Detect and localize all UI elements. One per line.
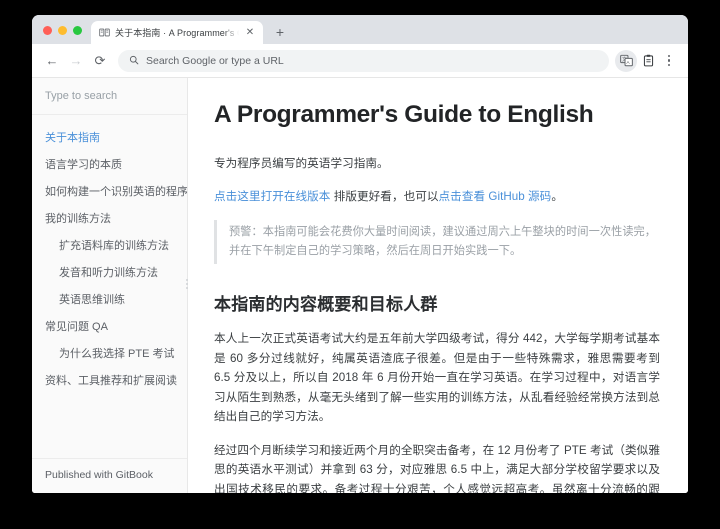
- sidebar-footer[interactable]: Published with GitBook: [32, 458, 187, 493]
- translate-icon[interactable]: 文 A: [615, 49, 637, 72]
- lead-paragraph: 专为程序员编写的英语学习指南。: [214, 157, 389, 171]
- search-input[interactable]: [45, 90, 174, 102]
- browser-tab[interactable]: 关于本指南 · A Programmer's G ✕: [91, 21, 263, 44]
- sidebar-item-corpus-training[interactable]: 扩充语料库的训练方法: [32, 232, 187, 259]
- minimize-window-button[interactable]: [58, 26, 67, 35]
- forward-icon[interactable]: →: [64, 49, 88, 73]
- browser-window: 关于本指南 · A Programmer's G ✕ + ← → ⟳ Searc…: [32, 15, 688, 493]
- tab-strip: 关于本指南 · A Programmer's G ✕ +: [32, 15, 688, 44]
- sidebar-item-why-pte[interactable]: 为什么我选择 PTE 考试: [32, 340, 187, 367]
- sidebar: 关于本指南 语言学习的本质 如何构建一个识别英语的程序 我的训练方法 扩充语料库…: [32, 78, 188, 493]
- sidebar-item-build-program[interactable]: 如何构建一个识别英语的程序: [32, 178, 187, 205]
- close-window-button[interactable]: [43, 26, 52, 35]
- sidebar-item-language-nature[interactable]: 语言学习的本质: [32, 151, 187, 178]
- section-heading: 本指南的内容概要和目标人群: [214, 295, 438, 315]
- online-version-link[interactable]: 点击这里打开在线版本: [214, 190, 330, 203]
- search-icon: [129, 52, 139, 70]
- sidebar-item-pronunciation-listening[interactable]: 发音和听力训练方法: [32, 259, 187, 286]
- sidebar-item-resources[interactable]: 资料、工具推荐和扩展阅读: [32, 367, 187, 394]
- links-paragraph: 点击这里打开在线版本 排版更好看，也可以点击查看 GitHub 源码。: [214, 187, 660, 207]
- links-tail-text: 。: [551, 189, 563, 203]
- maximize-window-button[interactable]: [73, 26, 82, 35]
- sidebar-item-training-methods[interactable]: 我的训练方法: [32, 205, 187, 232]
- browser-toolbar: ← → ⟳ Search Google or type a URL 文 A: [32, 44, 688, 77]
- sidebar-item-about[interactable]: 关于本指南: [32, 124, 187, 151]
- address-bar-placeholder: Search Google or type a URL: [146, 54, 284, 67]
- sidebar-search[interactable]: [32, 78, 187, 115]
- page-body: 关于本指南 语言学习的本质 如何构建一个识别英语的程序 我的训练方法 扩充语料库…: [32, 77, 688, 493]
- body-paragraph-1: 本人上一次正式英语考试大约是五年前大学四级考试，得分 442，大学每学期考试基本…: [214, 332, 660, 424]
- warning-note: 预警：本指南可能会花费你大量时间阅读，建议通过周六上午整块的时间一次性读完，并在…: [214, 220, 660, 265]
- new-tab-button[interactable]: +: [269, 21, 291, 43]
- back-icon[interactable]: ←: [40, 49, 64, 73]
- page-title: A Programmer's Guide to English: [214, 101, 594, 128]
- sidebar-nav: 关于本指南 语言学习的本质 如何构建一个识别英语的程序 我的训练方法 扩充语料库…: [32, 115, 187, 458]
- links-middle-text: 排版更好看，也可以: [330, 189, 439, 203]
- tab-title: 关于本指南 · A Programmer's G: [115, 28, 239, 38]
- body-paragraph-2: 经过四个月断续学习和接近两个月的全职突击备考，在 12 月份考了 PTE 考试（…: [214, 443, 660, 493]
- reload-icon[interactable]: ⟳: [88, 49, 112, 73]
- sidebar-item-english-thinking[interactable]: 英语思维训练: [32, 286, 187, 313]
- window-controls: [32, 26, 91, 44]
- github-source-link[interactable]: 点击查看 GitHub 源码: [439, 190, 552, 203]
- book-icon: [98, 27, 110, 39]
- clipboard-icon[interactable]: [637, 50, 659, 72]
- address-bar[interactable]: Search Google or type a URL: [118, 49, 609, 72]
- warning-note-text: 预警：本指南可能会花费你大量时间阅读，建议通过周六上午整块的时间一次性读完，并在…: [229, 226, 657, 258]
- close-tab-icon[interactable]: ✕: [244, 27, 256, 39]
- sidebar-item-faq[interactable]: 常见问题 QA: [32, 313, 187, 340]
- main-content: A Programmer's Guide to English 专为程序员编写的…: [188, 78, 688, 493]
- three-dots-icon[interactable]: [659, 50, 679, 72]
